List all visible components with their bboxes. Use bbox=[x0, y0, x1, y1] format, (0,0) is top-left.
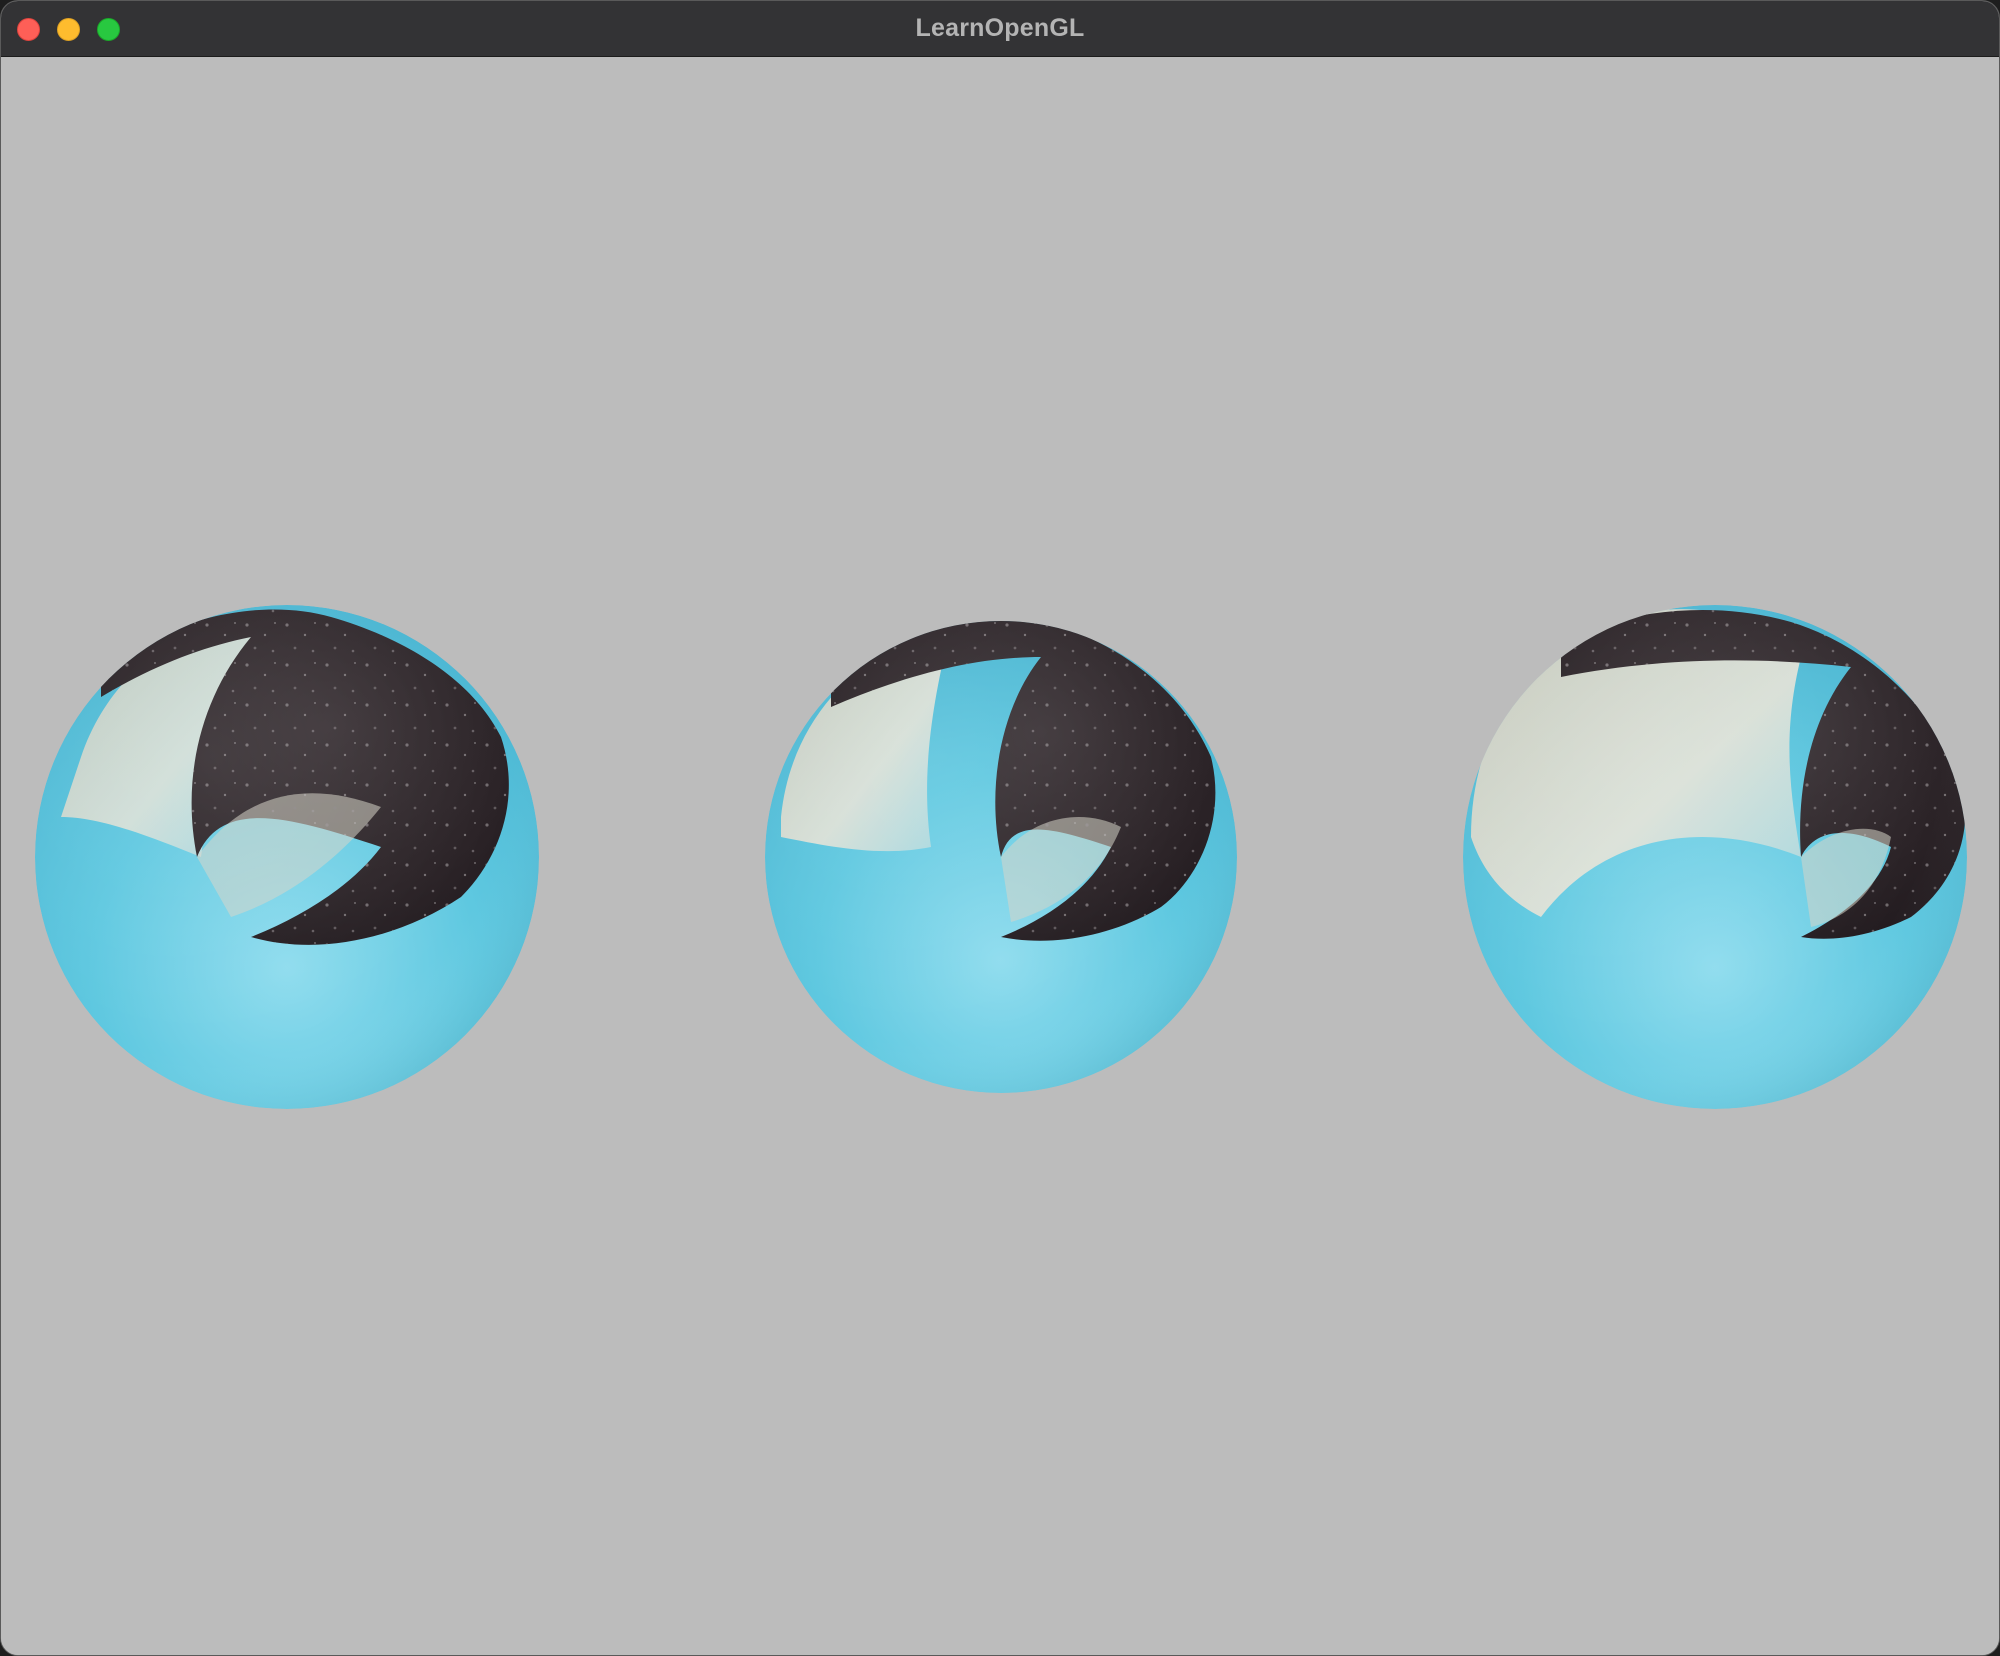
app-window: LearnOpenGL bbox=[0, 0, 2000, 1656]
opengl-viewport[interactable] bbox=[1, 57, 1999, 1655]
sphere-center bbox=[765, 621, 1237, 1093]
sphere-right bbox=[1463, 605, 1967, 1109]
window-title: LearnOpenGL bbox=[915, 14, 1085, 42]
sphere-left bbox=[35, 605, 539, 1109]
title-bar[interactable]: LearnOpenGL bbox=[1, 1, 1999, 57]
